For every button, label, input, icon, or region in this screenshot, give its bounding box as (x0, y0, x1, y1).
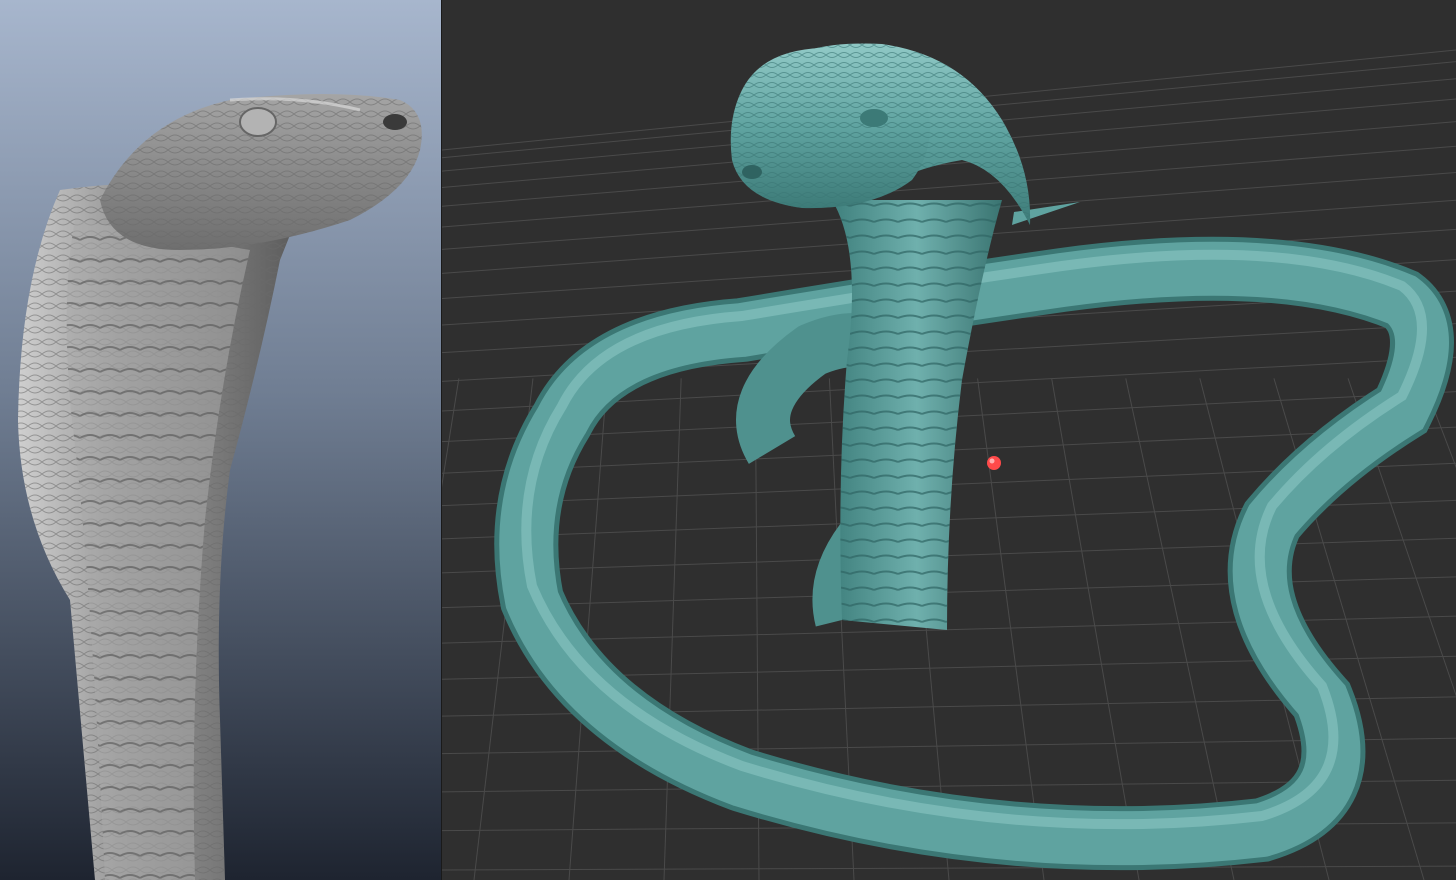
left-viewport-canvas[interactable] (0, 0, 442, 880)
left-viewport[interactable] (0, 0, 442, 880)
app-window (0, 0, 1456, 880)
head-scales (730, 48, 930, 209)
right-viewport[interactable] (442, 0, 1456, 880)
mouth-tip (742, 165, 762, 179)
pivot-marker-highlight (989, 458, 995, 464)
pivot-marker[interactable] (987, 456, 1001, 470)
eye-ridge (239, 107, 277, 137)
right-viewport-canvas[interactable] (442, 0, 1456, 880)
nostril (383, 114, 407, 130)
eye (860, 109, 888, 127)
